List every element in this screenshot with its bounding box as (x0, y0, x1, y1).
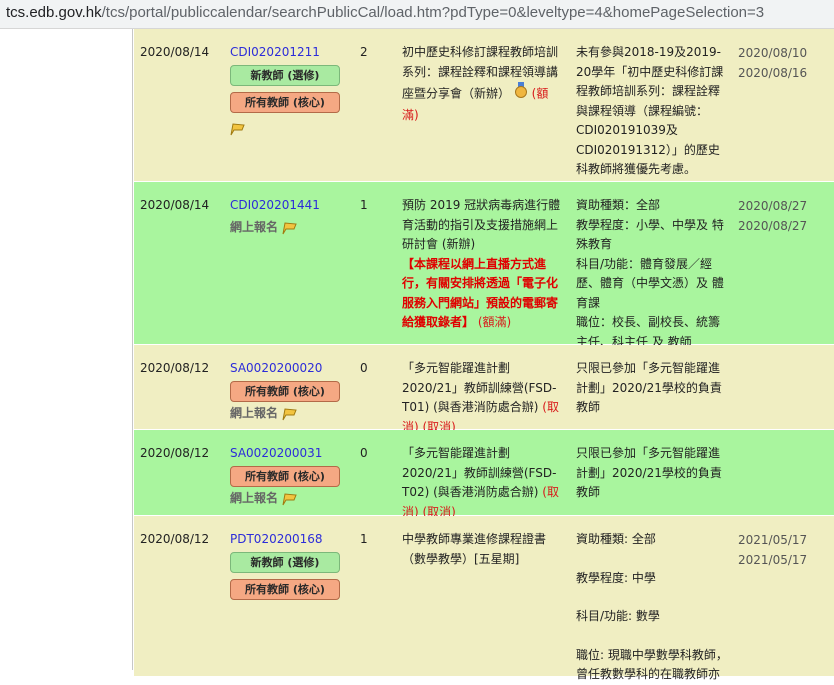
row-desc: 只限已參加「多元智能躍進計劃」2020/21學校的負責教師 (576, 361, 722, 414)
course-code-cell: SA0020200020 所有教師 (核心) 網上報名 (230, 359, 350, 423)
row-dates: 2020/08/27 2020/08/27 (738, 196, 807, 236)
desc-line: 職位: 現職中學數學科教師，曾任教數學科的在職教師亦 (576, 647, 728, 682)
desc-line: 資助種類：全部 (576, 198, 661, 212)
date-to: 2021/05/17 (738, 553, 808, 567)
new-teacher-tag[interactable]: 新教師 (選修) (230, 64, 340, 86)
table-row: 2020/08/12 SA0020200020 所有教師 (核心) 網上報名 0… (134, 345, 834, 434)
row-count: 0 (360, 361, 368, 375)
row-title-cell: 初中歷史科修訂課程教師培訓系列：課程詮釋和課程領導講座暨分享會（新辦） (額滿) (402, 43, 562, 125)
course-code-link[interactable]: CDI020201211 (230, 43, 350, 63)
all-teacher-tag[interactable]: 所有教師 (核心) (230, 91, 340, 113)
desc-line: 教學程度: 中學 (576, 570, 656, 585)
notice-line: 【本課程以網上直播方式進行，有關安排將透過「電子化服務入門網站」預設的電郵寄給獲… (402, 255, 562, 333)
course-code-cell: SA0020200031 所有教師 (核心) 網上報名 (230, 444, 350, 508)
desc-line: 科目/功能: 數學 (576, 609, 660, 623)
row-date: 2020/08/12 (140, 532, 210, 546)
row-desc: 資助種類: 全部 教學程度: 中學 科目/功能: 數學 職位: 現職中學數學科教… (576, 530, 730, 685)
row-date: 2020/08/14 (140, 45, 210, 59)
course-title: 「多元智能躍進計劃2020/21」教師訓練營(FSD-T02) (與香港消防處合… (402, 446, 557, 499)
row-date: 2020/08/12 (140, 361, 210, 375)
table-row: 2020/08/14 CDI020201211 新教師 (選修) 所有教師 (核… (134, 29, 834, 181)
all-teacher-tag[interactable]: 所有教師 (核心) (230, 380, 340, 402)
course-title: 預防 2019 冠狀病毒病進行體育活動的指引及支援措施網上研討會 (新辦) (402, 198, 561, 251)
row-desc: 只限已參加「多元智能躍進計劃」2020/21學校的負責教師 (576, 446, 722, 499)
flag-icon (282, 407, 297, 420)
online-enrol-link[interactable]: 網上報名 (230, 218, 350, 238)
date-from: 2021/05/17 (738, 533, 808, 547)
online-enrol-link[interactable]: 網上報名 (230, 404, 350, 424)
new-teacher-tag[interactable]: 新教師 (選修) (230, 551, 340, 573)
row-dates: 2020/08/10 2020/08/16 (738, 43, 807, 83)
row-dates: 2021/05/17 2021/05/17 (738, 530, 807, 570)
row-date: 2020/08/12 (140, 446, 210, 460)
table-row: 2020/08/12 SA0020200031 所有教師 (核心) 網上報名 0… (134, 430, 834, 519)
course-code-cell: CDI020201441 網上報名 (230, 196, 350, 237)
desc-line: 教學程度：小學、中學及 特殊教育 (576, 217, 724, 252)
flag-icon (282, 221, 297, 234)
status-full: (額滿) (477, 315, 512, 329)
row-title-cell: 預防 2019 冠狀病毒病進行體育活動的指引及支援措施網上研討會 (新辦) 【本… (402, 196, 562, 333)
online-enrol-link[interactable]: 網上報名 (230, 489, 350, 509)
row-desc: 未有參與2018-19及2019-20學年「初中歷史科修訂課程教師培訓系列：課程… (576, 45, 724, 176)
row-date: 2020/08/14 (140, 198, 210, 212)
course-title: 中學教師專業進修課程證書（數學教學）[五星期] (402, 532, 547, 566)
row-count: 1 (360, 198, 368, 212)
left-pane (0, 29, 133, 670)
address-bar[interactable]: tcs.edb.gov.hk/tcs/portal/publiccalendar… (0, 0, 834, 29)
course-code-link[interactable]: CDI020201441 (230, 196, 350, 216)
online-enrol-label: 網上報名 (230, 219, 279, 234)
date-from: 2020/08/10 (738, 46, 808, 60)
date-from: 2020/08/27 (738, 199, 808, 213)
desc-line: 科目/功能：體育發展／經歷、體育（中學文憑）及 體育課 (576, 256, 724, 310)
course-code-link[interactable]: SA0020200020 (230, 359, 350, 379)
row-count: 2 (360, 45, 368, 59)
course-title: 「多元智能躍進計劃2020/21」教師訓練營(FSD-T01) (與香港消防處合… (402, 361, 557, 414)
medal-icon (514, 82, 528, 106)
row-title-cell: 「多元智能躍進計劃2020/21」教師訓練營(FSD-T01) (與香港消防處合… (402, 359, 562, 437)
online-enrol-label: 網上報名 (230, 490, 279, 505)
row-desc: 資助種類：全部 教學程度：小學、中學及 特殊教育 科目/功能：體育發展／經歷、體… (576, 196, 730, 352)
row-count: 1 (360, 532, 368, 546)
course-code-link[interactable]: PDT020200168 (230, 530, 350, 550)
date-to: 2020/08/16 (738, 66, 808, 80)
row-title-cell: 中學教師專業進修課程證書（數學教學）[五星期] (402, 530, 562, 569)
url-host: tcs.edb.gov.hk (6, 4, 102, 21)
flag-icon (282, 492, 297, 505)
url-path: /tcs/portal/publiccalendar/searchPublicC… (101, 4, 765, 21)
flag-icon (230, 122, 245, 135)
course-code-cell: CDI020201211 新教師 (選修) 所有教師 (核心) (230, 43, 350, 138)
table-row: 2020/08/14 CDI020201441 網上報名 1 預防 2019 冠… (134, 182, 834, 349)
course-code-link[interactable]: SA0020200031 (230, 444, 350, 464)
row-title-cell: 「多元智能躍進計劃2020/21」教師訓練營(FSD-T02) (與香港消防處合… (402, 444, 562, 522)
course-code-cell: PDT020200168 新教師 (選修) 所有教師 (核心) (230, 530, 350, 606)
table-row: 2020/08/12 PDT020200168 新教師 (選修) 所有教師 (核… (134, 516, 834, 681)
all-teacher-tag[interactable]: 所有教師 (核心) (230, 465, 340, 487)
all-teacher-tag[interactable]: 所有教師 (核心) (230, 578, 340, 600)
desc-line: 資助種類: 全部 (576, 532, 656, 546)
online-enrol-label: 網上報名 (230, 405, 279, 420)
date-to: 2020/08/27 (738, 219, 808, 233)
row-count: 0 (360, 446, 368, 460)
